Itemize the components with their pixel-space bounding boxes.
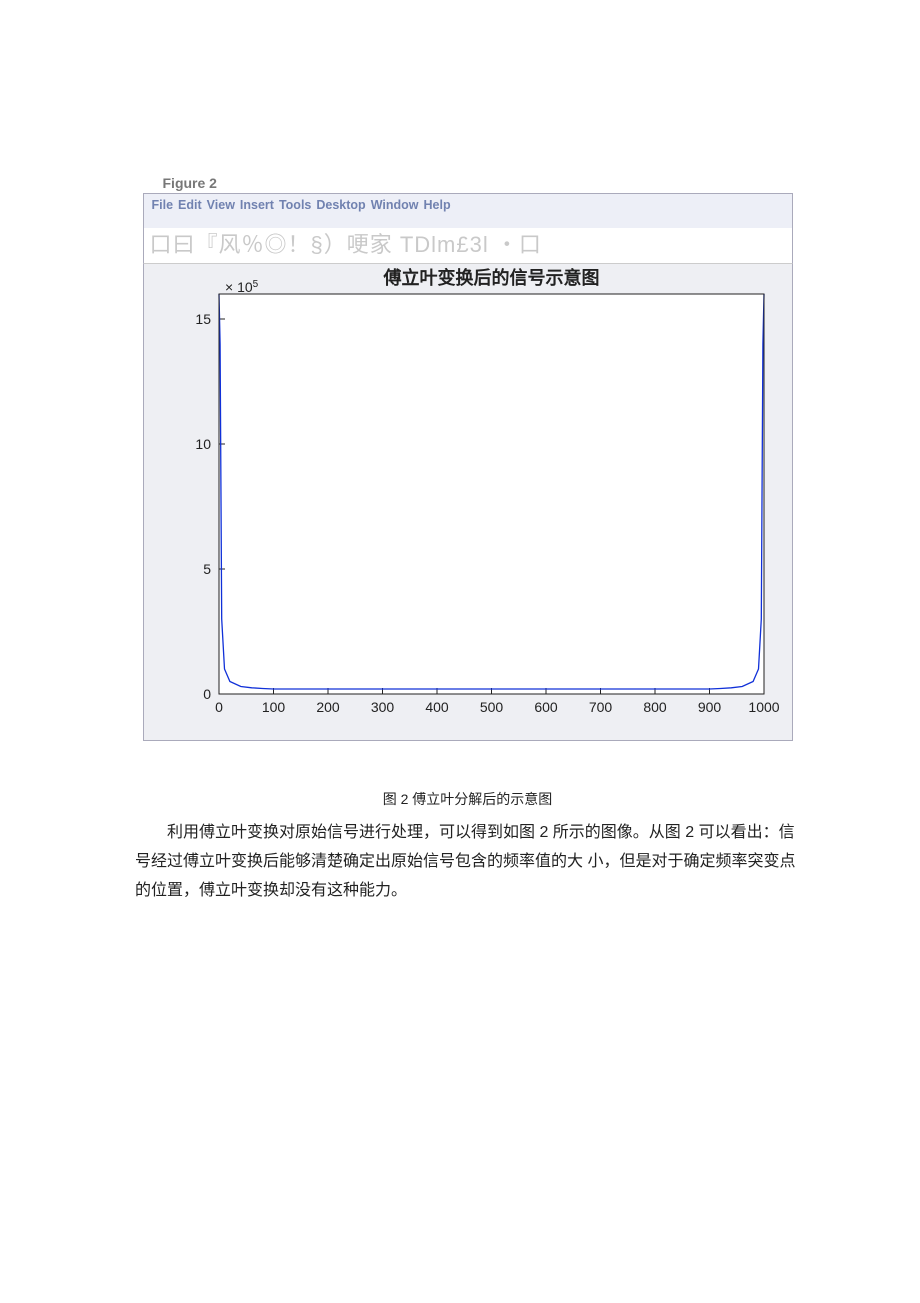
x-tick: 300: [370, 699, 394, 715]
menu-help[interactable]: Help: [424, 198, 451, 212]
paragraph-text: 利用傅立叶变换对原始信号进行处理，可以得到如图 2 所示的图像。从图 2 可以看…: [135, 824, 795, 899]
x-tick: 700: [588, 699, 612, 715]
menu-view[interactable]: View: [207, 198, 235, 212]
x-tick: 200: [316, 699, 340, 715]
menu-tools[interactable]: Tools: [279, 198, 311, 212]
menu-file[interactable]: File: [152, 198, 174, 212]
chart-title: 傅立叶变换后的信号示意图: [382, 267, 599, 288]
menu-window[interactable]: Window: [371, 198, 419, 212]
menu-edit[interactable]: Edit: [178, 198, 202, 212]
figure-window: Figure 2 File Edit View Insert Tools Des…: [143, 175, 793, 741]
x-tick: 800: [643, 699, 667, 715]
menu-desktop[interactable]: Desktop: [316, 198, 365, 212]
y-tick: 10: [195, 436, 211, 452]
page: Figure 2 File Edit View Insert Tools Des…: [0, 0, 920, 945]
menubar-spacer: [143, 216, 793, 228]
x-tick: 1000: [748, 699, 779, 715]
figure-caption: 图 2 傅立叶分解后的示意图: [135, 789, 800, 809]
menu-insert[interactable]: Insert: [240, 198, 274, 212]
x-tick: 100: [261, 699, 285, 715]
y-axis-exponent: × 105: [225, 279, 259, 296]
y-tick: 15: [195, 311, 211, 327]
y-tick: 5: [203, 561, 211, 577]
plot-area: 傅立叶变换后的信号示意图× 10501002003004005006007008…: [143, 264, 793, 741]
x-tick: 500: [479, 699, 503, 715]
x-tick: 900: [697, 699, 721, 715]
x-tick: 0: [215, 699, 223, 715]
chart: 傅立叶变换后的信号示意图× 10501002003004005006007008…: [144, 264, 794, 734]
toolbar: 口曰『风％◎！§）哽家 TDlm£3l ・口: [143, 228, 793, 264]
window-title: Figure 2: [143, 175, 793, 193]
x-tick: 600: [534, 699, 558, 715]
toolbar-garbled-icons[interactable]: 口曰『风％◎！§）哽家 TDlm£3l ・口: [150, 232, 542, 257]
x-tick: 400: [425, 699, 449, 715]
y-tick: 0: [203, 686, 211, 702]
body-paragraph: 利用傅立叶变换对原始信号进行处理，可以得到如图 2 所示的图像。从图 2 可以看…: [135, 819, 800, 905]
menu-bar: File Edit View Insert Tools Desktop Wind…: [143, 193, 793, 216]
